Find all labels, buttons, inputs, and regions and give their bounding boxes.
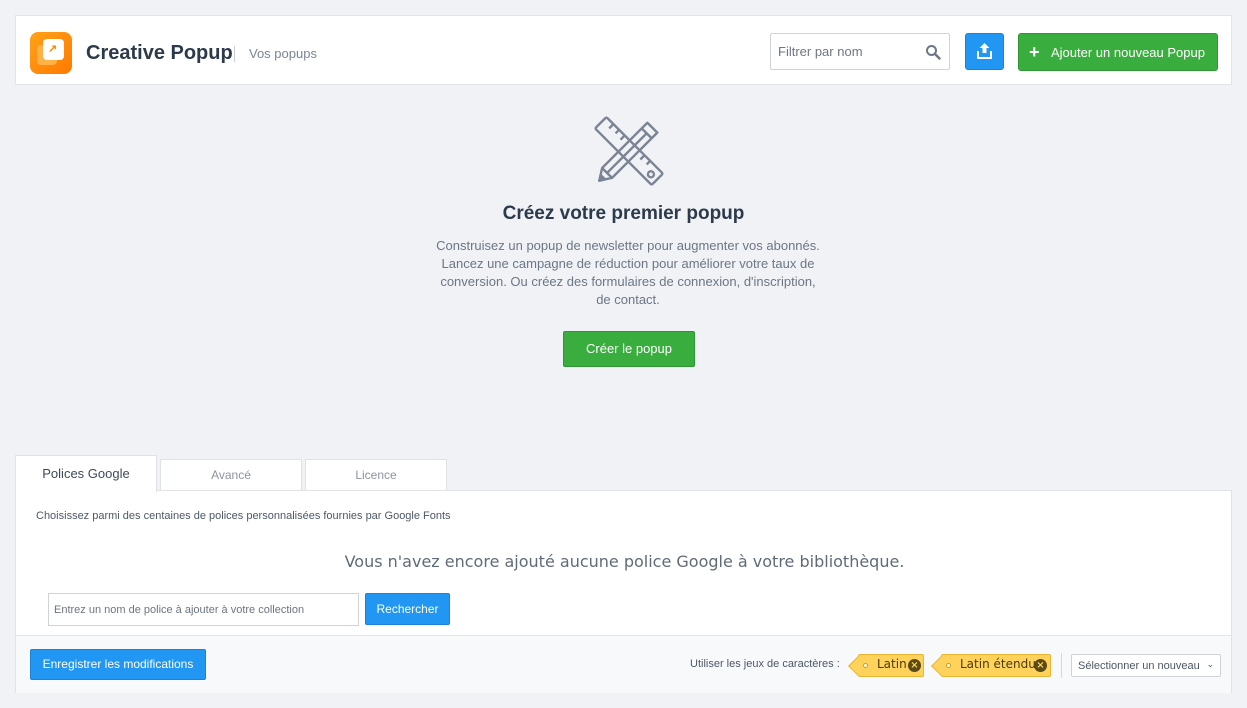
empty-state-description: Construisez un popup de newsletter pour … bbox=[436, 238, 820, 307]
app-title: Creative Popup bbox=[86, 42, 233, 64]
charset-tag-label: Latin bbox=[877, 657, 907, 671]
tag-dot-icon bbox=[946, 663, 951, 668]
charset-label: Utiliser les jeux de caractères : bbox=[690, 658, 840, 670]
search-icon[interactable] bbox=[925, 44, 941, 60]
font-name-input[interactable] bbox=[49, 594, 358, 625]
add-popup-label: Ajouter un nouveau Popup bbox=[1051, 45, 1205, 60]
fonts-empty-message: Vous n'avez encore ajouté aucune police … bbox=[344, 552, 905, 571]
title-divider bbox=[234, 46, 235, 62]
google-fonts-panel: Choisissez parmi des centaines de police… bbox=[15, 490, 1232, 693]
charset-tag-latin: Latin × bbox=[858, 654, 924, 677]
search-font-button[interactable]: Rechercher bbox=[365, 593, 450, 625]
filter-search[interactable] bbox=[770, 33, 950, 70]
add-popup-button[interactable]: + Ajouter un nouveau Popup bbox=[1018, 33, 1218, 71]
upload-icon bbox=[977, 43, 992, 59]
breadcrumb[interactable]: Vos popups bbox=[249, 46, 317, 61]
remove-tag-icon[interactable]: × bbox=[908, 659, 921, 672]
top-header: ↗ Creative Popup Vos popups + Ajouter un… bbox=[15, 15, 1232, 85]
charset-tag-label: Latin étendu bbox=[960, 657, 1036, 671]
tab-license[interactable]: Licence bbox=[305, 459, 447, 491]
filter-input[interactable] bbox=[771, 34, 911, 69]
ruler-pencil-icon bbox=[594, 116, 664, 186]
panel-footer: Enregistrer les modifications Utiliser l… bbox=[16, 635, 1231, 693]
empty-state-title: Créez votre premier popup bbox=[502, 203, 745, 224]
footer-separator bbox=[1061, 653, 1062, 678]
save-changes-button[interactable]: Enregistrer les modifications bbox=[30, 649, 206, 680]
upload-button[interactable] bbox=[965, 33, 1004, 70]
remove-tag-icon[interactable]: × bbox=[1034, 659, 1047, 672]
charset-tag-latin-extended: Latin étendu × bbox=[941, 654, 1051, 677]
plus-icon: + bbox=[1029, 42, 1040, 62]
tab-google-fonts[interactable]: Polices Google bbox=[15, 455, 157, 492]
charset-select-value: Sélectionner un nouveau bbox=[1078, 660, 1200, 672]
tag-dot-icon bbox=[863, 663, 868, 668]
app-logo: ↗ bbox=[30, 32, 72, 74]
charset-select[interactable]: Sélectionner un nouveau ⌄ bbox=[1071, 654, 1221, 677]
panel-intro-text: Choisissez parmi des centaines de police… bbox=[36, 510, 451, 522]
tab-advanced[interactable]: Avancé bbox=[160, 459, 302, 491]
font-name-field[interactable] bbox=[48, 593, 359, 626]
create-popup-button[interactable]: Créer le popup bbox=[563, 331, 695, 367]
chevron-down-icon: ⌄ bbox=[1206, 659, 1214, 669]
